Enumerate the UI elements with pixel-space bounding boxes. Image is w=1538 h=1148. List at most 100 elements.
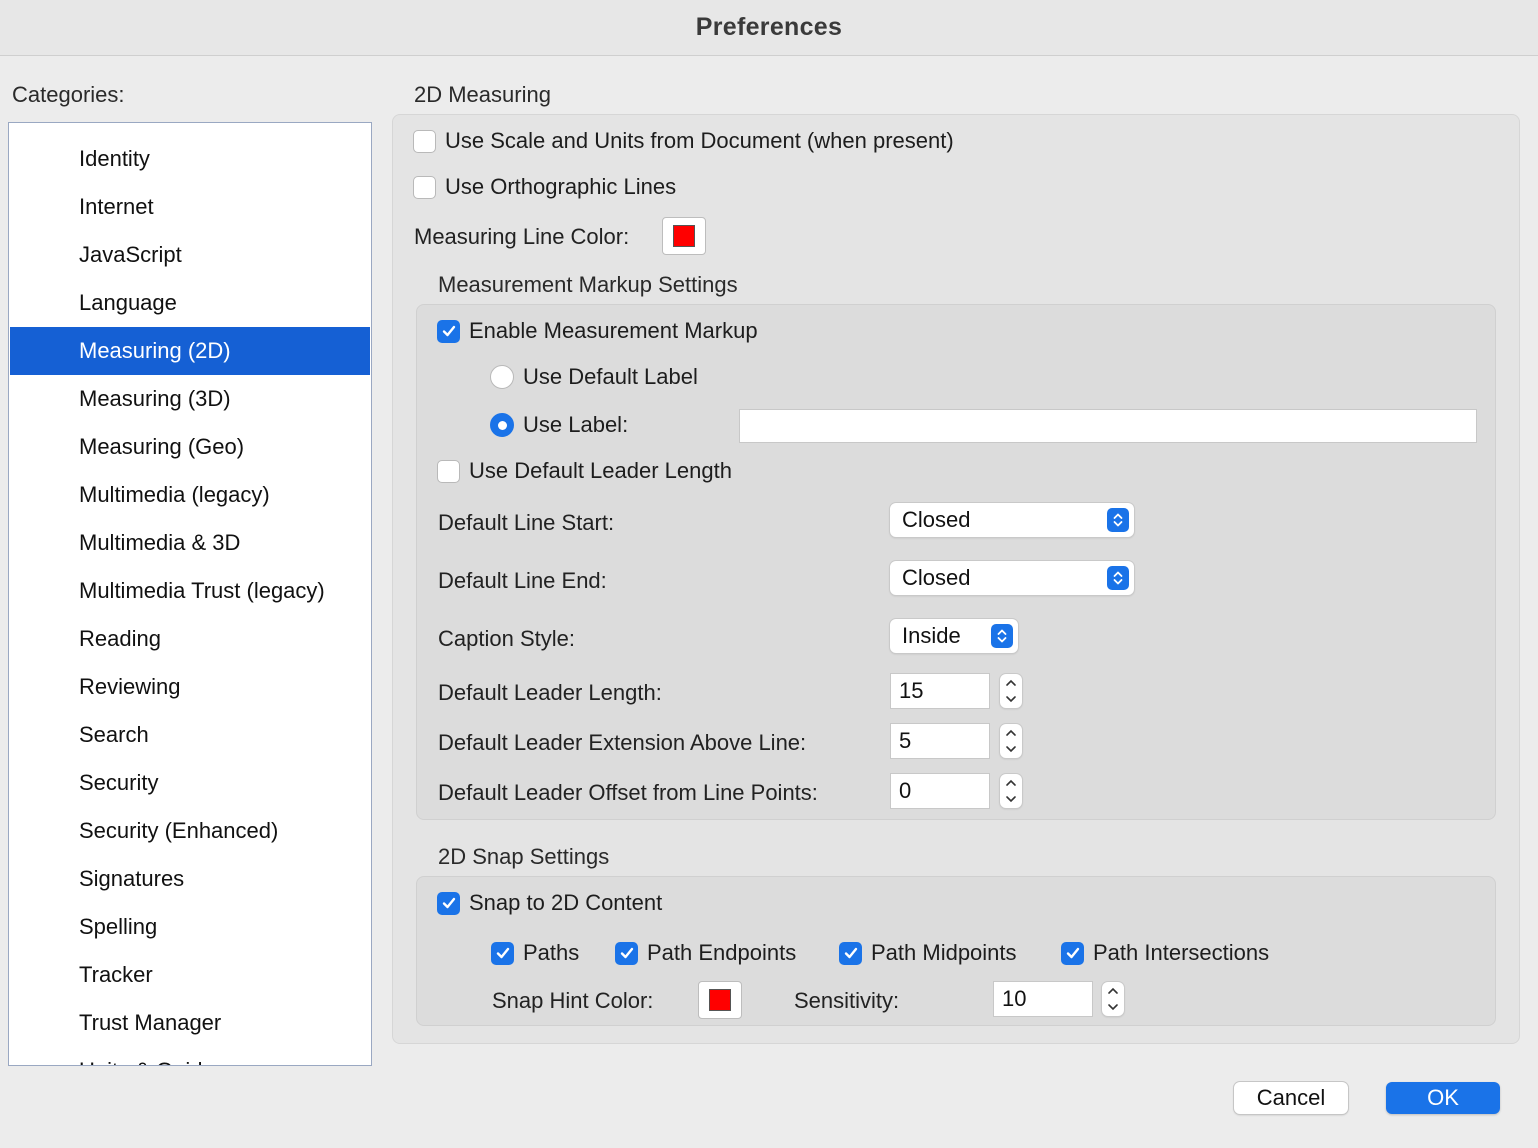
- path-midpoints-label: Path Midpoints: [871, 940, 1017, 965]
- enable-markup-checkbox[interactable]: Enable Measurement Markup: [437, 318, 758, 344]
- chevron-up-down-icon: [1107, 508, 1129, 532]
- leader-length-label: Default Leader Length:: [438, 680, 662, 705]
- use-label-radio[interactable]: Use Label:: [490, 412, 628, 438]
- sensitivity-input[interactable]: 10: [993, 981, 1093, 1017]
- checkbox-box[interactable]: [413, 175, 436, 199]
- checkmark-icon[interactable]: [437, 891, 460, 915]
- chevron-down-icon[interactable]: [1102, 999, 1124, 1015]
- default-label-text: Use Default Label: [523, 364, 698, 389]
- radio-circle[interactable]: [490, 365, 514, 389]
- leader-extension-input[interactable]: 5: [890, 723, 990, 759]
- title-bar: Preferences: [0, 0, 1538, 56]
- sensitivity-stepper[interactable]: [1102, 982, 1124, 1016]
- color-fill: [709, 989, 731, 1011]
- default-leader-checkbox[interactable]: Use Default Leader Length: [437, 458, 732, 484]
- sidebar-item-identity[interactable]: Identity: [10, 135, 370, 183]
- line-start-value: Closed: [902, 507, 971, 532]
- sidebar-item-trust-manager[interactable]: Trust Manager: [10, 999, 370, 1047]
- path-midpoints-checkbox[interactable]: Path Midpoints: [839, 940, 1017, 966]
- snap-content-checkbox[interactable]: Snap to 2D Content: [437, 890, 662, 916]
- sidebar-item-reviewing[interactable]: Reviewing: [10, 663, 370, 711]
- paths-checkbox[interactable]: Paths: [491, 940, 579, 966]
- caption-style-select[interactable]: Inside: [890, 619, 1018, 653]
- chevron-up-down-icon: [1107, 566, 1129, 590]
- sidebar-item-measuring-geo[interactable]: Measuring (Geo): [10, 423, 370, 471]
- caption-style-value: Inside: [902, 623, 961, 648]
- color-fill: [673, 225, 695, 247]
- sidebar-item-javascript[interactable]: JavaScript: [10, 231, 370, 279]
- chevron-up-icon[interactable]: [1000, 675, 1022, 691]
- chevron-up-icon[interactable]: [1000, 725, 1022, 741]
- enable-markup-label: Enable Measurement Markup: [469, 318, 758, 343]
- checkmark-icon[interactable]: [615, 941, 638, 965]
- sidebar-item-tracker[interactable]: Tracker: [10, 951, 370, 999]
- section-title: 2D Measuring: [414, 82, 551, 107]
- sidebar-item-spelling[interactable]: Spelling: [10, 903, 370, 951]
- markup-settings-title: Measurement Markup Settings: [438, 272, 738, 297]
- leader-extension-label: Default Leader Extension Above Line:: [438, 730, 807, 755]
- line-end-value: Closed: [902, 565, 971, 590]
- paths-label: Paths: [523, 940, 580, 965]
- sidebar-item-measuring-3d[interactable]: Measuring (3D): [10, 375, 370, 423]
- default-leader-label: Use Default Leader Length: [469, 458, 732, 483]
- snap-settings-title: 2D Snap Settings: [438, 844, 610, 869]
- snap-content-label: Snap to 2D Content: [469, 890, 663, 915]
- leader-extension-stepper[interactable]: [1000, 724, 1022, 758]
- sidebar-item-multimedia-3d[interactable]: Multimedia & 3D: [10, 519, 370, 567]
- sensitivity-label: Sensitivity:: [794, 988, 900, 1013]
- sidebar-item-security[interactable]: Security: [10, 759, 370, 807]
- sidebar-item-multimedia-trust[interactable]: Multimedia Trust (legacy): [10, 567, 370, 615]
- path-endpoints-label: Path Endpoints: [647, 940, 797, 965]
- use-label-input[interactable]: [739, 409, 1477, 443]
- sidebar-item-language[interactable]: Language: [10, 279, 370, 327]
- line-start-select[interactable]: Closed: [890, 503, 1134, 537]
- sidebar-item-multimedia-legacy[interactable]: Multimedia (legacy): [10, 471, 370, 519]
- checkmark-icon[interactable]: [491, 941, 514, 965]
- chevron-down-icon[interactable]: [1000, 791, 1022, 807]
- chevron-up-down-icon: [991, 624, 1013, 648]
- checkmark-icon[interactable]: [1061, 941, 1084, 965]
- use-scale-units-checkbox[interactable]: Use Scale and Units from Document (when …: [413, 128, 954, 154]
- leader-length-input[interactable]: 15: [890, 673, 990, 709]
- use-ortho-lines-checkbox[interactable]: Use Orthographic Lines: [413, 174, 676, 200]
- leader-offset-input[interactable]: 0: [890, 773, 990, 809]
- snap-hint-color-swatch[interactable]: [698, 981, 742, 1019]
- path-endpoints-checkbox[interactable]: Path Endpoints: [615, 940, 796, 966]
- radio-circle[interactable]: [490, 413, 514, 437]
- sidebar-item-units-guides[interactable]: Units & Guides: [10, 1047, 370, 1065]
- path-intersections-checkbox[interactable]: Path Intersections: [1061, 940, 1269, 966]
- caption-style-label: Caption Style:: [438, 626, 575, 651]
- line-color-swatch[interactable]: [662, 217, 706, 255]
- window-title: Preferences: [695, 13, 843, 41]
- chevron-down-icon[interactable]: [1000, 691, 1022, 707]
- categories-list[interactable]: Identity Internet JavaScript Language Me…: [8, 122, 372, 1066]
- snap-hint-color-label: Snap Hint Color:: [492, 988, 654, 1013]
- leader-offset-stepper[interactable]: [1000, 774, 1022, 808]
- cancel-button[interactable]: Cancel: [1234, 1082, 1348, 1114]
- chevron-up-icon[interactable]: [1000, 775, 1022, 791]
- line-start-label: Default Line Start:: [438, 510, 615, 535]
- checkmark-icon[interactable]: [437, 319, 460, 343]
- sidebar-item-search[interactable]: Search: [10, 711, 370, 759]
- line-end-label: Default Line End:: [438, 568, 607, 593]
- checkbox-box[interactable]: [413, 129, 436, 153]
- ok-button[interactable]: OK: [1386, 1082, 1500, 1114]
- sidebar-item-measuring-2d[interactable]: Measuring (2D): [10, 327, 370, 375]
- checkbox-box[interactable]: [437, 459, 460, 483]
- sidebar-item-internet[interactable]: Internet: [10, 183, 370, 231]
- default-label-radio[interactable]: Use Default Label: [490, 364, 698, 390]
- leader-length-stepper[interactable]: [1000, 674, 1022, 708]
- use-label-text: Use Label:: [523, 412, 629, 437]
- use-ortho-lines-label: Use Orthographic Lines: [445, 174, 677, 199]
- line-end-select[interactable]: Closed: [890, 561, 1134, 595]
- sidebar-item-signatures[interactable]: Signatures: [10, 855, 370, 903]
- leader-offset-label: Default Leader Offset from Line Points:: [438, 780, 818, 805]
- chevron-up-icon[interactable]: [1102, 983, 1124, 999]
- path-intersections-label: Path Intersections: [1093, 940, 1270, 965]
- chevron-down-icon[interactable]: [1000, 741, 1022, 757]
- use-scale-units-label: Use Scale and Units from Document (when …: [445, 128, 954, 153]
- sidebar-item-security-enhanced[interactable]: Security (Enhanced): [10, 807, 370, 855]
- checkmark-icon[interactable]: [839, 941, 862, 965]
- categories-label: Categories:: [12, 82, 125, 107]
- sidebar-item-reading[interactable]: Reading: [10, 615, 370, 663]
